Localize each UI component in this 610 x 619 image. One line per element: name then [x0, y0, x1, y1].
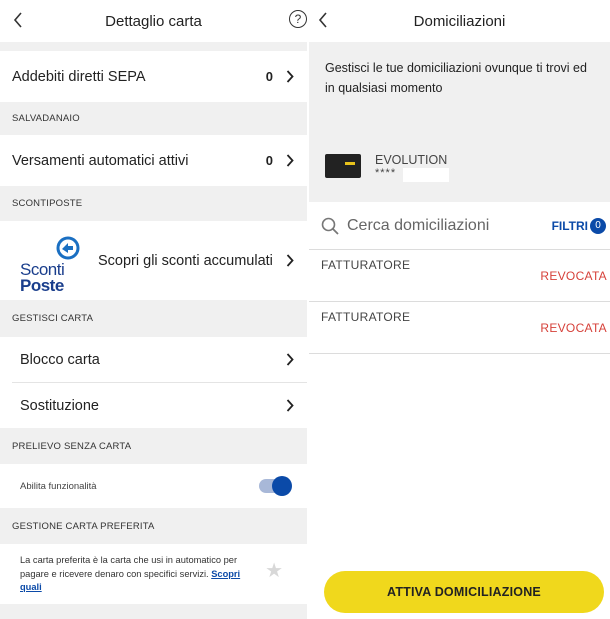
info-text: Gestisci le tue domiciliazioni ovunque t…: [325, 61, 587, 95]
page-title: Domiciliazioni: [413, 12, 506, 30]
chevron-left-icon: [13, 12, 22, 28]
replacement-label: Sostituzione: [20, 397, 99, 414]
help-icon[interactable]: ?: [289, 10, 307, 28]
filters-button[interactable]: FILTRI: [552, 219, 588, 233]
section-prelievo-senza-carta: PRELIEVO SENZA CARTA: [12, 440, 132, 452]
card-name: EVOLUTION: [375, 153, 448, 167]
page-title: Dettaglio carta: [105, 12, 202, 30]
status-badge: REVOCATA: [540, 269, 607, 283]
scontiposte-row[interactable]: Sconti Poste Scopri gli sconti accumulat…: [0, 221, 307, 300]
sepa-debits-row[interactable]: Addebiti diretti SEPA 0: [0, 51, 307, 102]
chevron-right-icon: [285, 254, 295, 268]
section-gestione-carta-preferita: GESTIONE CARTA PREFERITA: [12, 520, 155, 532]
automatic-deposits-label: Versamenti automatici attivi: [12, 152, 189, 169]
info-panel: Gestisci le tue domiciliazioni ovunque t…: [309, 42, 610, 202]
sepa-debits-label: Addebiti diretti SEPA: [12, 68, 146, 85]
activate-domiciliation-button[interactable]: ATTIVA DOMICILIAZIONE: [324, 571, 604, 613]
toggle-knob: [272, 476, 292, 496]
scontiposte-arrows-icon: [56, 236, 80, 259]
card-detail-screen: Dettaglio carta ? Addebiti diretti SEPA …: [0, 0, 307, 619]
automatic-deposits-count: 0: [265, 153, 273, 168]
logo-text-poste: Poste: [20, 275, 64, 295]
back-button[interactable]: [8, 9, 28, 31]
filters-count-badge: 0: [590, 217, 606, 234]
card-stripe: [345, 162, 355, 165]
chevron-right-icon: [285, 154, 295, 168]
enable-feature-row: Abilita funzionalità: [0, 464, 307, 508]
scontiposte-label: Scopri gli sconti accumulati: [98, 252, 273, 269]
back-button[interactable]: [313, 9, 333, 31]
top-bar: Domiciliazioni: [309, 0, 610, 42]
enable-feature-label: Abilita funzionalità: [20, 480, 97, 492]
block-card-label: Blocco carta: [20, 351, 100, 368]
preferred-card-row: La carta preferita è la carta che usi in…: [0, 544, 307, 604]
card-number-redaction: [403, 168, 449, 182]
search-bar[interactable]: Cerca domiciliazioni FILTRI 0: [309, 202, 610, 250]
chevron-right-icon: [285, 399, 295, 413]
sepa-debits-count: 0: [265, 69, 273, 84]
preferred-card-text: La carta preferita è la carta che usi in…: [20, 555, 241, 592]
search-input[interactable]: Cerca domiciliazioni: [347, 217, 489, 235]
chevron-right-icon: [285, 70, 295, 84]
replacement-row[interactable]: Sostituzione: [0, 383, 307, 428]
enable-feature-toggle[interactable]: [259, 476, 292, 496]
search-icon: [321, 217, 339, 235]
star-icon[interactable]: ★: [265, 558, 283, 583]
automatic-deposits-row[interactable]: Versamenti automatici attivi 0: [0, 135, 307, 186]
status-badge: REVOCATA: [540, 321, 607, 335]
block-card-row[interactable]: Blocco carta: [0, 337, 307, 382]
section-scontiposte: SCONTIPOSTE: [12, 198, 83, 209]
card-image: [325, 154, 361, 178]
chevron-left-icon: [318, 12, 327, 28]
list-item[interactable]: FATTURATORE REVOCATA: [309, 250, 610, 302]
list-item[interactable]: FATTURATORE REVOCATA: [309, 302, 610, 354]
section-gestisci-carta: GESTISCI CARTA: [12, 313, 94, 324]
card-number: ****: [375, 167, 397, 179]
scontiposte-logo: Sconti Poste: [12, 226, 82, 296]
section-salvadanaio: SALVADANAIO: [12, 113, 80, 124]
top-bar: Dettaglio carta ?: [0, 0, 307, 42]
domiciliations-screen: Domiciliazioni Gestisci le tue domicilia…: [309, 0, 610, 619]
biller-label: FATTURATORE: [321, 258, 411, 272]
biller-label: FATTURATORE: [321, 310, 411, 324]
chevron-right-icon: [285, 353, 295, 367]
